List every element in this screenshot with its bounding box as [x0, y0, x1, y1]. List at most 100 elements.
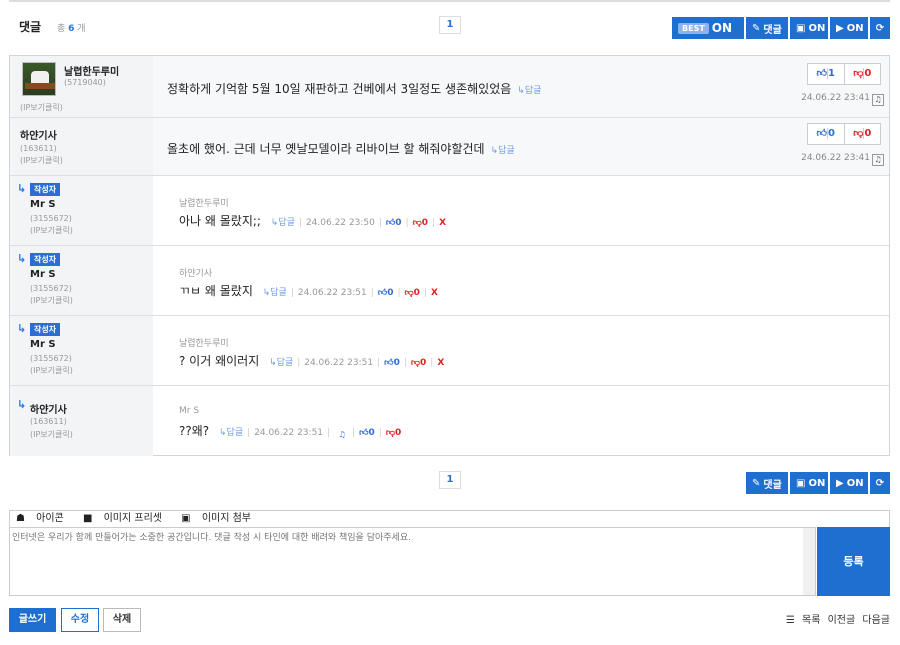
image-attach-tool[interactable]: ▣ 이미지 첨부: [181, 513, 259, 524]
post-navigation: ☰ 목록 이전글 다음글: [778, 611, 890, 626]
refresh-button[interactable]: ⟳: [870, 472, 890, 494]
downvote-button[interactable]: 👎︎0: [411, 358, 426, 368]
next-post-link[interactable]: 다음글: [862, 615, 890, 626]
downvote-button[interactable]: 👎︎0: [386, 428, 401, 438]
reply-user-id: (3155672): [30, 214, 72, 223]
downvote-button[interactable]: 👎︎0: [413, 218, 428, 228]
reply-user-id: (3155672): [30, 284, 72, 293]
reply-link[interactable]: ↳답글: [271, 218, 295, 228]
reply-content: ??왜? ↳답글 | 24.06.22 23:51 | ♫ | 👍︎0 | 👎︎0: [179, 422, 401, 442]
comment-toolbar-bottom: ✎ 댓글 ▣ ON ▶ ON ⟳: [746, 472, 890, 494]
bell-icon[interactable]: ♫: [872, 94, 884, 106]
thumbs-up-icon: 👍︎: [359, 428, 369, 438]
bell-icon[interactable]: ♫: [872, 154, 884, 166]
upvote-button[interactable]: 👍︎0: [386, 218, 402, 228]
downvote-button[interactable]: 👎︎0: [845, 124, 881, 144]
best-toggle-button[interactable]: BEST ON: [672, 17, 744, 39]
comment-text: 올초에 했어. 근데 너무 옛날모델이라 리바이브 할 해줘야할건데 ↳답글: [167, 142, 515, 156]
reply-link[interactable]: ↳답글: [517, 86, 541, 96]
video-toggle-button[interactable]: ▶ ON: [830, 17, 868, 39]
reply-arrow-icon: ↳: [17, 252, 27, 265]
reply-date: 24.06.22 23:50: [305, 218, 375, 228]
pagination-page-1[interactable]: 1: [439, 16, 461, 34]
thumbs-up-icon: 👍︎: [377, 288, 388, 298]
upvote-button[interactable]: 👍︎0: [808, 124, 845, 144]
write-comment-button[interactable]: ✎ 댓글: [746, 472, 788, 494]
comment-user-id: (5719040): [64, 78, 106, 87]
reply-nick[interactable]: Mr S: [30, 199, 56, 210]
reply-nick[interactable]: 하얀기사: [30, 401, 67, 416]
thumbs-up-icon: 👍︎: [384, 358, 394, 368]
image-preset-tool[interactable]: ■ 이미지 프리셋: [83, 513, 170, 524]
reply-row: ↳ 작성자 Mr S (3155672) (IP보기클릭) 하얀기사 ㄲㅂ 왜 …: [10, 246, 889, 316]
downvote-button[interactable]: 👎︎0: [405, 288, 420, 298]
thumbs-up-icon: 👍︎: [816, 128, 828, 139]
image-toggle-button[interactable]: ▣ ON: [790, 17, 828, 39]
ip-view-link[interactable]: (IP보기클릭): [30, 429, 73, 440]
upvote-button[interactable]: 👍︎1: [808, 64, 845, 84]
image-toggle-button[interactable]: ▣ ON: [790, 472, 828, 494]
delete-reply-button[interactable]: X: [439, 218, 446, 228]
write-comment-button[interactable]: ✎ 댓글: [746, 17, 788, 39]
delete-reply-button[interactable]: X: [437, 358, 444, 368]
upvote-button[interactable]: 👍︎0: [384, 358, 400, 368]
best-on-label: ON: [711, 21, 733, 35]
ip-view-link[interactable]: (IP보기클릭): [30, 225, 73, 236]
top-divider: [9, 0, 890, 2]
video-icon: ▶: [836, 477, 844, 489]
comment-list: 날렵한두루미 (5719040) (IP보기클릭) 정확하게 기억함 5월 10…: [9, 55, 890, 456]
edit-button[interactable]: 수정: [61, 608, 99, 632]
write-post-button[interactable]: 글쓰기: [9, 608, 56, 632]
image-icon: ▣: [796, 477, 806, 489]
bell-icon[interactable]: ♫: [336, 430, 348, 442]
reply-link[interactable]: ↳답글: [269, 358, 293, 368]
thumbs-up-icon: 👍︎: [385, 218, 396, 228]
comment-nick[interactable]: 날렵한두루미: [64, 63, 119, 78]
comment-date: 24.06.22 23:41 ♫: [801, 93, 884, 106]
pencil-icon: ✎: [752, 22, 761, 34]
reply-link[interactable]: ↳답글: [491, 146, 515, 156]
ip-view-link[interactable]: (IP보기클릭): [30, 295, 73, 306]
comment-date: 24.06.22 23:41 ♫: [801, 153, 884, 166]
reply-user-id: (163611): [30, 417, 67, 426]
prev-post-link[interactable]: 이전글: [828, 615, 856, 626]
reply-nick[interactable]: Mr S: [30, 339, 56, 350]
emoticon-tool[interactable]: ☗ 아이콘: [16, 513, 72, 524]
textarea-scrollbar[interactable]: [803, 528, 815, 595]
thumbs-down-icon: 👎︎: [412, 218, 422, 228]
delete-button[interactable]: 삭제: [103, 608, 141, 632]
image-icon: ▣: [796, 22, 806, 34]
reply-row: ↳ 하얀기사 (163611) (IP보기클릭) Mr S ??왜? ↳답글 | 2…: [10, 386, 889, 456]
vote-box: 👍︎1 👎︎0: [807, 63, 881, 85]
ip-view-link[interactable]: (IP보기클릭): [20, 102, 63, 113]
reply-link[interactable]: ↳답글: [263, 288, 287, 298]
reply-link[interactable]: ↳답글: [219, 428, 243, 438]
author-badge: 작성자: [30, 323, 61, 336]
video-toggle-button[interactable]: ▶ ON: [830, 472, 868, 494]
avatar[interactable]: [22, 62, 56, 96]
thumbs-down-icon: 👎︎: [853, 68, 865, 79]
pagination-page-1-bottom[interactable]: 1: [439, 471, 461, 489]
reply-row: ↳ 작성자 Mr S (3155672) (IP보기클릭) 날렵한두루미 아나 …: [10, 176, 889, 246]
downvote-button[interactable]: 👎︎0: [845, 64, 881, 84]
delete-reply-button[interactable]: X: [431, 288, 438, 298]
thumbs-down-icon: 👎︎: [853, 128, 865, 139]
refresh-icon: ⟳: [875, 22, 885, 34]
ip-view-link[interactable]: (IP보기클릭): [30, 365, 73, 376]
refresh-button[interactable]: ⟳: [870, 17, 890, 39]
list-link[interactable]: ☰ 목록: [782, 615, 821, 626]
thumbs-down-icon: 👎︎: [404, 288, 414, 298]
upvote-button[interactable]: 👍︎0: [378, 288, 394, 298]
author-badge: 작성자: [30, 183, 61, 196]
comment-nick[interactable]: 하얀기사: [20, 127, 57, 142]
reply-content: 아나 왜 몰랐지;; ↳답글 | 24.06.22 23:50 | 👍︎0 | 👎︎0 | X: [179, 214, 447, 228]
reply-user-id: (3155672): [30, 354, 72, 363]
comment-toolbar: BEST ON ✎ 댓글 ▣ ON ▶ ON ⟳: [672, 17, 890, 39]
ip-view-link[interactable]: (IP보기클릭): [20, 155, 63, 166]
comment-textarea[interactable]: [9, 527, 816, 596]
reply-row: ↳ 작성자 Mr S (3155672) (IP보기클릭) 날렵한두루미 ? 이…: [10, 316, 889, 386]
author-badge: 작성자: [30, 253, 61, 266]
reply-nick[interactable]: Mr S: [30, 269, 56, 280]
submit-comment-button[interactable]: 등록: [817, 527, 890, 596]
upvote-button[interactable]: 👍︎0: [359, 428, 375, 438]
